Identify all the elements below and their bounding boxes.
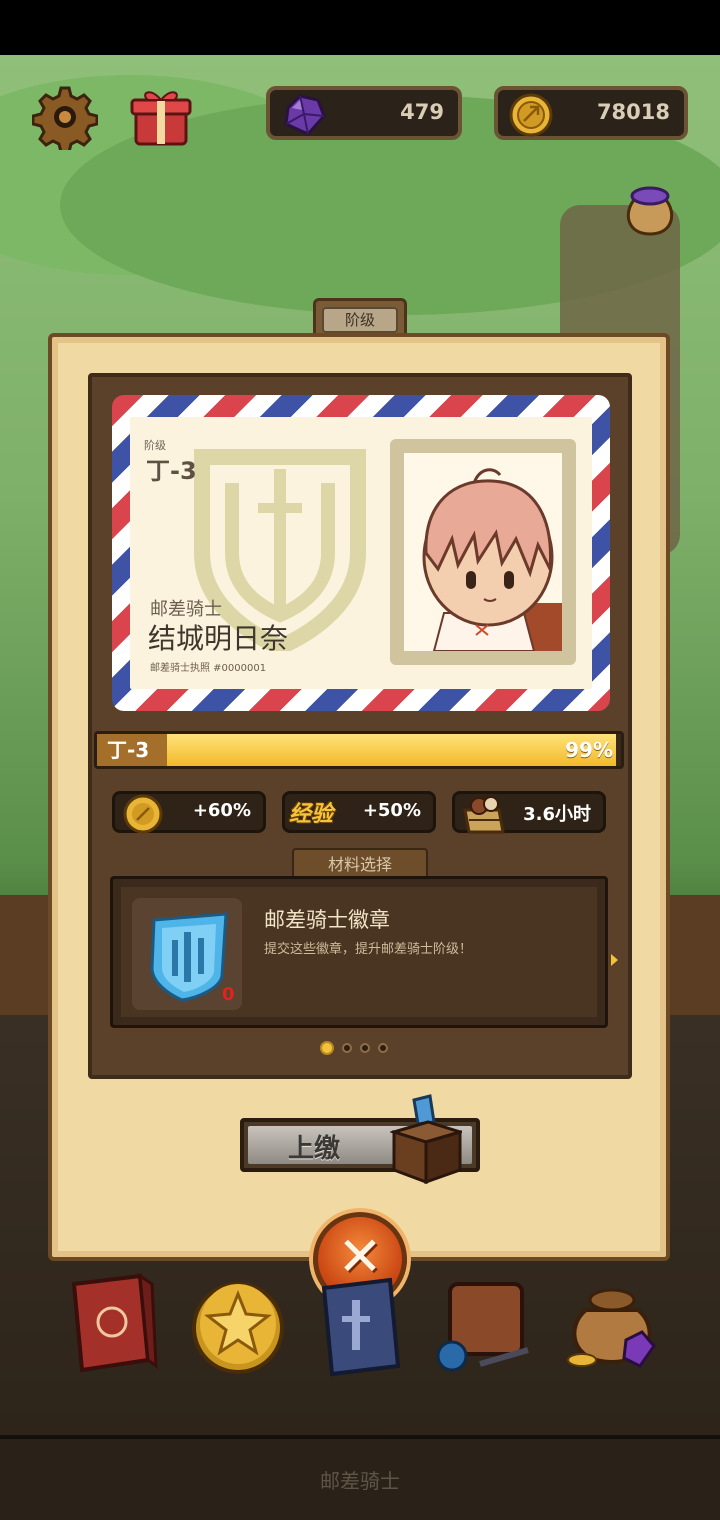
- exp-bonus-value: +50%: [362, 800, 421, 821]
- footer-title: 邮差骑士: [320, 1469, 400, 1493]
- nav-treasure-icon[interactable]: [560, 1270, 664, 1380]
- status-bar: [0, 0, 720, 55]
- progress-fill: [97, 734, 616, 766]
- progress-percent: 99%: [565, 738, 613, 762]
- rank-progress-bar: 丁-3 99%: [94, 731, 624, 769]
- portrait-stamp: [390, 439, 576, 665]
- page-dot[interactable]: [360, 1043, 370, 1053]
- character-name: 结城明日奈: [148, 622, 289, 655]
- settings-gear-icon[interactable]: [30, 82, 100, 152]
- page-dot[interactable]: [378, 1043, 388, 1053]
- page-indicator: [320, 1041, 388, 1055]
- badge-count: 0: [222, 984, 235, 1005]
- time-value: 3.6小时: [523, 804, 591, 825]
- coin-bonus-value: +60%: [192, 800, 251, 821]
- material-description: 提交这些徽章，提升邮差骑士阶级！: [264, 942, 473, 957]
- material-title: 邮差骑士徽章: [264, 908, 390, 932]
- gem-icon: [284, 94, 326, 136]
- coin-bonus-stat: +60%: [112, 791, 266, 834]
- nav-coin-icon[interactable]: [186, 1270, 290, 1380]
- crate-icon: [463, 796, 505, 834]
- gem-counter[interactable]: 479: [266, 86, 462, 140]
- gift-box-icon[interactable]: [126, 82, 196, 152]
- progress-level-label: 丁-3: [97, 734, 167, 766]
- nav-book-icon[interactable]: [60, 1270, 164, 1380]
- submit-box-icon: [390, 1094, 462, 1184]
- exp-label: 经验: [289, 802, 334, 827]
- coin-count: 78018: [596, 100, 670, 124]
- exp-bonus-stat: 经验 +50%: [282, 791, 436, 833]
- page-dot[interactable]: [342, 1043, 352, 1053]
- purple-bag-icon[interactable]: [620, 180, 680, 240]
- nav-card-icon[interactable]: [312, 1270, 416, 1380]
- coin-icon: [509, 93, 553, 137]
- panel-tab-label: 阶级: [322, 307, 398, 333]
- rank-value: 丁-3: [146, 457, 197, 485]
- coin-counter[interactable]: 78018: [494, 86, 688, 140]
- next-arrow-icon[interactable]: [611, 954, 618, 966]
- time-stat: 3.6小时: [452, 791, 606, 834]
- character-portrait: [422, 468, 562, 651]
- nav-inventory-icon[interactable]: [430, 1270, 534, 1380]
- coin-icon: [123, 794, 163, 834]
- license-card: 阶级 丁-3 邮差骑士 结城明日奈 邮差骑士执照 #0000001: [112, 395, 610, 711]
- license-number: 邮差骑士执照 #0000001: [150, 663, 267, 674]
- gem-count: 479: [400, 100, 444, 124]
- submit-label: 上缴: [288, 1134, 341, 1164]
- page-dot[interactable]: [320, 1041, 334, 1055]
